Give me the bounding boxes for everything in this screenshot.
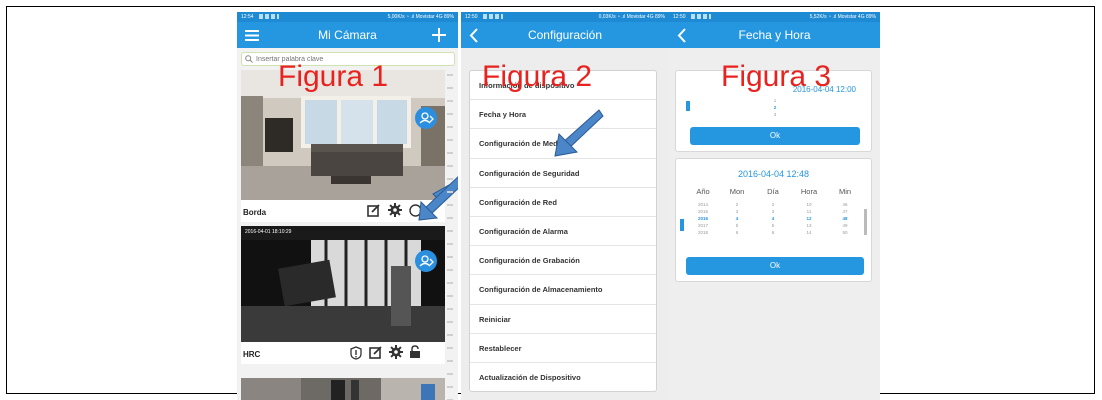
month-value: 6 — [735, 230, 739, 235]
edit-icon[interactable] — [369, 346, 382, 359]
notification-icons — [259, 14, 279, 19]
menu-item-reset[interactable]: Restablecer — [470, 334, 656, 363]
picker-handle-left[interactable] — [680, 219, 684, 231]
share-icon[interactable] — [415, 250, 437, 272]
camera-thumbnail-office[interactable] — [241, 226, 445, 342]
minute-value: 50 — [842, 230, 848, 235]
selected-date-time: 2016-04-04 12:48 — [737, 169, 810, 179]
day-value: 5 — [771, 223, 775, 228]
minute-value: 46 — [842, 202, 848, 207]
menu-item-security[interactable]: Configuración de Seguridad — [470, 159, 656, 188]
minute-value: 49 — [842, 223, 848, 228]
app-bar: Configuración — [461, 22, 669, 48]
gear-icon[interactable] — [389, 345, 403, 359]
status-time: 12:50 — [673, 14, 686, 20]
day-value: 6 — [771, 230, 775, 235]
status-right: 0,03K/s ◔ .ıl Movistar 4G 89% — [598, 14, 665, 20]
page-title: Mi Cámara — [318, 28, 377, 42]
ok-button-top[interactable]: Ok — [690, 127, 860, 145]
picker-value: 1 — [773, 98, 777, 103]
month-value: 5 — [735, 223, 739, 228]
year-value: 2014 — [697, 202, 708, 207]
figure-label-2: Figura 2 — [482, 60, 593, 93]
status-bar: 12:50 0,03K/s ◔ .ıl Movistar 4G 89% — [461, 12, 669, 22]
status-right: 5,00K/s ◔ .ıl Movistar 4G 89% — [387, 14, 454, 20]
camera-row-hrc[interactable]: HRC — [241, 342, 445, 364]
notification-icons — [691, 14, 711, 19]
month-wheel[interactable]: 2 3 4 5 6 — [722, 201, 752, 236]
camera-label: HRC — [243, 350, 261, 359]
month-value: 3 — [735, 209, 739, 214]
hour-value: 11 — [806, 209, 812, 214]
column-header-minute: Min — [838, 187, 852, 196]
hour-value: 13 — [806, 223, 812, 228]
menu-item-network[interactable]: Configuración de Red — [470, 188, 656, 217]
search-icon — [245, 55, 253, 63]
status-time: 12:50 — [465, 14, 478, 20]
year-value: 2017 — [697, 223, 708, 228]
month-value-selected: 4 — [735, 216, 739, 221]
page-title: Fecha y Hora — [738, 28, 811, 42]
year-value-selected: 2016 — [697, 216, 708, 221]
hour-value: 10 — [806, 202, 812, 207]
camera-label: Borda — [243, 208, 267, 217]
column-header-day: Día — [767, 187, 779, 196]
minute-value: 47 — [842, 209, 848, 214]
year-value: 2018 — [697, 230, 708, 235]
day-wheel[interactable]: 2 3 4 5 6 — [758, 201, 788, 236]
year-value: 2015 — [697, 209, 708, 214]
figure-label-3: Figura 3 — [721, 60, 832, 93]
minute-value-selected: 48 — [842, 216, 848, 221]
notification-icons — [483, 14, 503, 19]
alert-icon[interactable] — [349, 346, 363, 360]
date-time-picker-card: 2016-04-04 12:48 Año Mon Día Hora Min 20… — [675, 158, 872, 282]
edit-icon[interactable] — [367, 204, 380, 217]
menu-item-firmware-update[interactable]: Actualización de Dispositivo — [470, 363, 656, 392]
scroll-indicator[interactable] — [447, 74, 453, 400]
menu-item-alarm[interactable]: Configuración de Alarma — [470, 217, 656, 247]
status-time: 12:54 — [241, 14, 254, 20]
app-bar: Mi Cámara — [237, 22, 458, 48]
page-title: Configuración — [527, 28, 603, 42]
share-icon[interactable] — [415, 107, 437, 129]
plus-icon[interactable] — [432, 28, 446, 42]
picker-handle[interactable] — [686, 101, 690, 111]
hour-wheel[interactable]: 10 11 12 13 14 — [794, 201, 824, 236]
lock-icon[interactable] — [409, 345, 421, 359]
camera-row-borda[interactable]: Borda — [241, 200, 445, 222]
day-value-selected: 4 — [771, 216, 775, 221]
status-right: 5,52K/s ◔ .ıl Movistar 4G 89% — [809, 14, 876, 20]
gear-icon[interactable] — [388, 203, 402, 217]
camera-overlay-time: 2016-04-01 18:10:29 — [245, 229, 292, 235]
picker-value-selected: 2 — [773, 105, 777, 110]
arrow-pointer-2 — [554, 109, 604, 157]
menu-item-recording[interactable]: Configuración de Grabación — [470, 246, 656, 276]
camera-thumbnail-3[interactable] — [241, 378, 445, 400]
ok-button[interactable]: Ok — [686, 257, 864, 275]
hour-value-selected: 12 — [806, 216, 812, 221]
month-value: 2 — [735, 202, 739, 207]
picker-handle-right[interactable] — [864, 209, 867, 235]
status-bar: 12:50 5,52K/s ◔ .ıl Movistar 4G 89% — [669, 12, 880, 22]
figure-label-1: Figura 1 — [278, 60, 389, 93]
picker-value: 3 — [773, 112, 777, 117]
day-value: 3 — [771, 209, 775, 214]
year-wheel[interactable]: 2014 2015 2016 2017 2018 — [688, 201, 718, 236]
column-header-month: Mon — [729, 187, 745, 196]
minute-wheel[interactable]: 46 47 48 49 50 — [830, 201, 860, 236]
top-picker-column[interactable]: 1 2 3 — [760, 97, 790, 118]
menu-item-storage[interactable]: Configuración de Almacenamiento — [470, 275, 656, 305]
hour-value: 14 — [806, 230, 812, 235]
column-header-year: Año — [696, 187, 710, 196]
day-value: 2 — [771, 202, 775, 207]
column-header-hour: Hora — [800, 187, 818, 196]
menu-item-reboot[interactable]: Reiniciar — [470, 305, 656, 334]
app-bar: Fecha y Hora — [669, 22, 880, 48]
status-bar: 12:54 5,00K/s ◔ .ıl Movistar 4G 89% — [237, 12, 458, 22]
